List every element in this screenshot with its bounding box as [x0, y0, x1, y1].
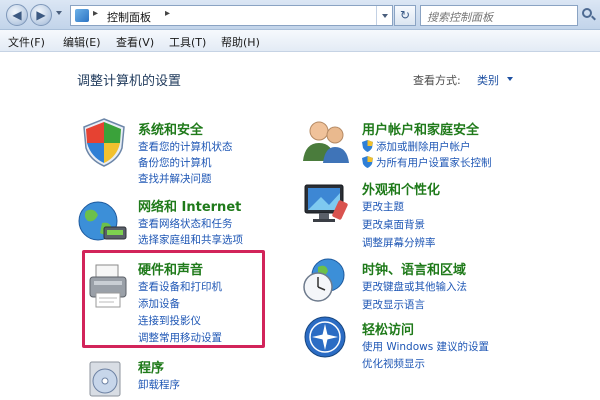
forward-button[interactable]: ▶ [30, 4, 52, 26]
menu-tools[interactable]: 工具(T) [169, 34, 206, 50]
category-system-security[interactable]: 系统和安全 [138, 119, 203, 138]
system-security-shield-icon[interactable] [78, 116, 130, 168]
link-change-wallpaper[interactable]: 更改桌面背景 [362, 217, 425, 232]
address-bar-area: ◀ ▶ ▸ 控制面板 ▸ ↻ [0, 0, 600, 30]
link-connect-projector[interactable]: 连接到投影仪 [138, 313, 201, 328]
category-user-accounts[interactable]: 用户帐户和家庭安全 [362, 119, 479, 138]
uac-shield-icon [362, 156, 373, 168]
refresh-icon: ↻ [399, 8, 411, 22]
uac-shield-icon [362, 140, 373, 152]
refresh-button[interactable]: ↻ [394, 5, 416, 26]
search-input[interactable] [420, 5, 578, 26]
menu-file[interactable]: 文件(F) [8, 34, 45, 50]
recent-pages-dropdown-icon[interactable] [56, 11, 62, 15]
link-add-device[interactable]: 添加设备 [138, 296, 180, 311]
menu-view[interactable]: 查看(V) [116, 34, 154, 50]
breadcrumb-control-panel[interactable]: 控制面板 [107, 9, 151, 25]
link-view-network-status[interactable]: 查看网络状态和任务 [138, 216, 233, 231]
link-optimize-video[interactable]: 优化视频显示 [362, 356, 425, 371]
view-by-label: 查看方式: [413, 74, 461, 87]
link-change-keyboard[interactable]: 更改键盘或其他输入法 [362, 279, 467, 294]
category-hardware-sound[interactable]: 硬件和声音 [138, 259, 203, 278]
link-homegroup-sharing[interactable]: 选择家庭组和共享选项 [138, 232, 243, 247]
breadcrumb-chevron-icon[interactable]: ▸ [93, 8, 98, 19]
link-backup-computer[interactable]: 备份您的计算机 [138, 155, 212, 170]
category-clock-language-region[interactable]: 时钟、语言和区域 [362, 259, 466, 278]
forward-arrow-icon: ▶ [36, 8, 46, 22]
link-parental-controls[interactable]: 为所有用户设置家长控制 [376, 155, 492, 170]
category-ease-of-access[interactable]: 轻松访问 [362, 319, 414, 338]
link-devices-printers[interactable]: 查看设备和打印机 [138, 279, 222, 294]
chevron-down-icon[interactable] [507, 77, 513, 81]
view-by-dropdown[interactable]: 类别 [477, 72, 499, 88]
network-globe-icon[interactable] [74, 197, 130, 247]
menu-edit[interactable]: 编辑(E) [63, 34, 101, 50]
link-mobility-settings[interactable]: 调整常用移动设置 [138, 330, 222, 345]
link-view-computer-status[interactable]: 查看您的计算机状态 [138, 139, 233, 154]
back-arrow-icon: ◀ [12, 8, 22, 22]
link-uninstall-program[interactable]: 卸载程序 [138, 377, 180, 392]
programs-disc-icon[interactable] [84, 354, 128, 400]
category-appearance[interactable]: 外观和个性化 [362, 179, 440, 198]
control-panel-content: 调整计算机的设置 查看方式: 类别 系统和安全 查看您的计算机状态 备份您的计算… [0, 53, 600, 400]
clock-globe-icon[interactable] [300, 255, 350, 305]
category-programs[interactable]: 程序 [138, 357, 164, 376]
printer-icon[interactable] [86, 261, 132, 311]
link-screen-resolution[interactable]: 调整屏幕分辨率 [362, 235, 436, 250]
link-add-remove-accounts[interactable]: 添加或删除用户帐户 [376, 139, 471, 154]
back-button[interactable]: ◀ [6, 4, 28, 26]
link-change-theme[interactable]: 更改主题 [362, 199, 404, 214]
users-icon[interactable] [299, 117, 351, 165]
page-title: 调整计算机的设置 [77, 74, 182, 89]
menu-bar: 文件(F) 编辑(E) 查看(V) 工具(T) 帮助(H) [0, 30, 600, 52]
category-network-internet[interactable]: 网络和 Internet [138, 196, 241, 215]
menu-help[interactable]: 帮助(H) [221, 34, 260, 50]
link-change-display-language[interactable]: 更改显示语言 [362, 297, 425, 312]
search-icon[interactable] [582, 8, 592, 18]
address-dropdown-button[interactable] [376, 6, 392, 25]
appearance-monitor-icon[interactable] [301, 179, 349, 227]
ease-of-access-icon[interactable] [303, 315, 347, 359]
link-recommended-settings[interactable]: 使用 Windows 建议的设置 [362, 339, 489, 354]
breadcrumb-chevron-icon[interactable]: ▸ [165, 8, 170, 19]
address-field[interactable]: ▸ 控制面板 ▸ [70, 5, 393, 26]
link-find-fix-problems[interactable]: 查找并解决问题 [138, 171, 212, 186]
control-panel-icon [75, 9, 89, 22]
